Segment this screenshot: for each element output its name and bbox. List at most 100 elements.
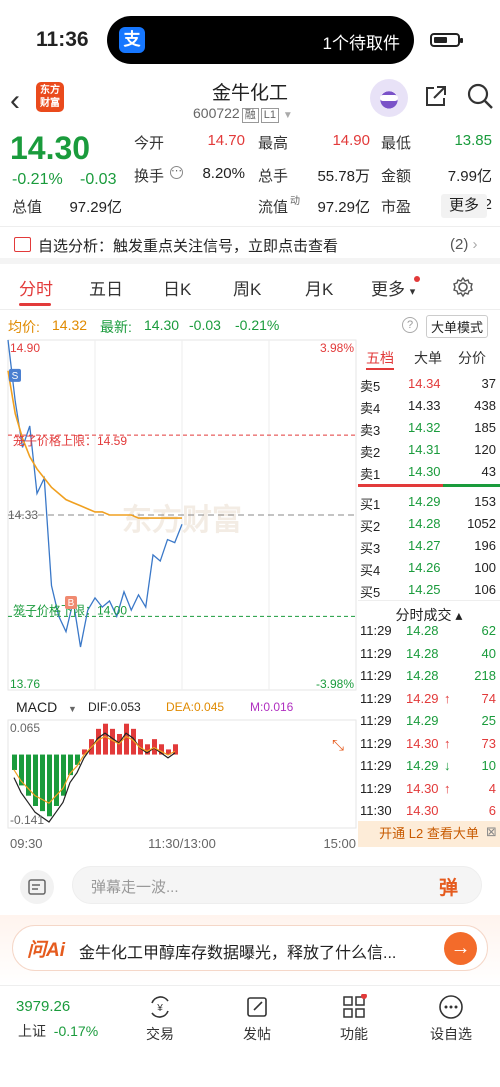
info-change: -0.03 [189,317,221,333]
quote-value: 7.99亿 [447,168,492,185]
y-min-label: 13.76 [10,677,40,691]
dif-label: DIF:0.053 [88,700,141,714]
last-price: 14.30 [10,130,91,166]
chevron-down-icon: ▼ [282,110,293,121]
open-l2-button[interactable]: 开通 L2 查看大单 [358,821,500,847]
chevron-down-icon: ▼ [68,704,77,714]
last-label: 最新: [100,319,132,335]
pct-min-label: -3.98% [316,677,354,691]
trade-icon: ¥ [151,996,169,1018]
index-name: 上证 [18,1023,46,1039]
time-mid-label: 11:30/13:00 [148,836,216,851]
time-end-label: 15:00 [323,836,356,851]
avg-value: 14.32 [52,317,88,333]
ask-ai-logo: 问Ai [27,940,66,961]
more-button[interactable]: 更多 [441,194,487,218]
arrow-right-icon[interactable]: → [444,932,477,965]
buy-marker-label: B [68,598,75,609]
macd-bar [40,754,45,812]
quote-value: 14.90 [332,132,370,149]
order-row: 卖4 14.33 438 [360,398,496,416]
macd-bar [103,723,108,755]
trade-tick-row: 11:29 14.28 62 [360,623,496,638]
ai-question-card[interactable]: 问Ai 金牛化工甲醇库存数据曝光，释放了什么信... → [12,925,488,971]
index-ticker[interactable]: 3979.26 上证 -0.17% [6,998,102,1041]
settings-gear-icon[interactable] [452,276,474,298]
battery-icon [430,33,463,47]
danmaku-input[interactable]: 弹幕走一波... 弹 [72,866,482,904]
info-icon[interactable]: ⋯ [170,166,183,179]
order-book-panel: 五档 大单 分价 卖5 14.34 37 卖4 14.33 438 卖3 14.32 185 卖2 14.… [358,340,500,844]
macd-bar [173,744,178,755]
order-tab[interactable]: 五档 [366,348,394,370]
prev-close-label: 14.33 [8,508,38,522]
pe-dynamic-sup: 动 [290,196,300,207]
trade-tick-row: 11:29 14.29 25 [360,713,496,728]
nav-functions[interactable]: 功能 [314,994,394,1044]
intraday-chart[interactable]: 东方财富 14.90 13.76 3.98% -3.98% 14.33 笼子价格上限：14.… [0,338,358,858]
order-tab[interactable]: 大单 [414,348,442,368]
tab-monthly-k[interactable]: 月K [305,275,333,300]
nav-add-watchlist[interactable]: 设自选 [411,994,491,1044]
tab-daily-k[interactable]: 日K [163,275,191,300]
buy-sell-ratio-bar [358,484,500,487]
macd-bar [33,754,38,806]
help-icon[interactable]: ? [402,317,418,333]
avg-label: 均价: [8,319,40,335]
quote-label: 今开 [134,135,165,152]
order-tab[interactable]: 分价 [458,348,486,368]
order-row: 卖5 14.34 37 [360,376,496,394]
macd-bar [117,733,122,755]
dea-line [13,735,176,804]
index-value: 3979.26 [16,998,71,1015]
tab-more[interactable]: 更多 ▾ [371,275,415,300]
tab-intraday[interactable]: 分时 [19,275,53,300]
alert-count: (2) › [450,236,478,253]
danmaku-toggle-icon[interactable] [20,870,54,904]
big-order-mode-button[interactable]: 大单模式 [426,315,489,338]
pickup-notice: 1个待取件 [322,34,400,53]
nav-post[interactable]: 发帖 [217,994,297,1044]
edit-icon [247,997,267,1017]
watchlist-analysis-alert[interactable]: 自选分析：触发重点关注信号，立即点击查看 (2) › [0,226,500,264]
search-icon[interactable] [466,82,494,110]
level-tag: L1 [260,108,279,123]
change-percent: -0.21% [12,171,63,188]
order-row: 买4 14.26 100 [360,560,496,578]
quote-label: 最低 [381,135,412,152]
macd-bar [47,754,52,817]
trade-tick-row: 11:29 14.29 ↓ 10 [360,758,496,773]
info-pct: -0.21% [235,317,280,333]
share-icon[interactable] [424,84,448,108]
chart-period-tabs: 分时 五日 日K 周K 月K 更多 ▾ [0,264,500,310]
trade-tick-row: 11:29 14.30 ↑ 73 [360,735,496,751]
assistant-avatar-icon[interactable] [370,79,408,117]
macd-bar [68,754,73,776]
dea-label: DEA:0.045 [166,700,224,714]
dynamic-island-notification[interactable]: 支 1个待取件 [107,16,414,64]
macd-bar [124,723,129,755]
grid-icon [343,994,367,1018]
pct-max-label: 3.98% [320,341,354,355]
svg-text:¥: ¥ [156,1003,163,1014]
danmaku-send-icon[interactable]: 弹 [439,873,465,899]
quote-value: 55.78万 [317,168,370,185]
index-pct: -0.17% [53,1023,99,1039]
tab-five-day[interactable]: 五日 [89,275,123,300]
y-max-label: 14.90 [10,341,40,355]
quote-label: 总手 [258,168,289,185]
stock-code: 600722 [193,105,240,121]
quote-label: 金额 [381,168,412,185]
close-icon[interactable]: ⊠ [486,824,497,840]
quote-panel: 14.30 -0.21% -0.03 今开 14.70 最高 14.90 最低 13.85… [0,126,500,222]
nav-trade[interactable]: ¥ 交易 [120,994,200,1044]
status-time: 11:36 [36,28,89,51]
trade-tick-row: 11:30 14.30 6 [360,803,496,818]
order-row: 买2 14.28 1052 [360,516,496,534]
quote-label: 流值 [258,199,289,216]
quote-value: 97.29亿 [317,199,370,216]
watermark: 东方财富 [122,503,242,537]
tab-weekly-k[interactable]: 周K [233,275,261,300]
macd-bar [54,754,59,806]
ai-question-bar: 问Ai 金牛化工甲醇库存数据曝光，释放了什么信... → [0,915,500,985]
